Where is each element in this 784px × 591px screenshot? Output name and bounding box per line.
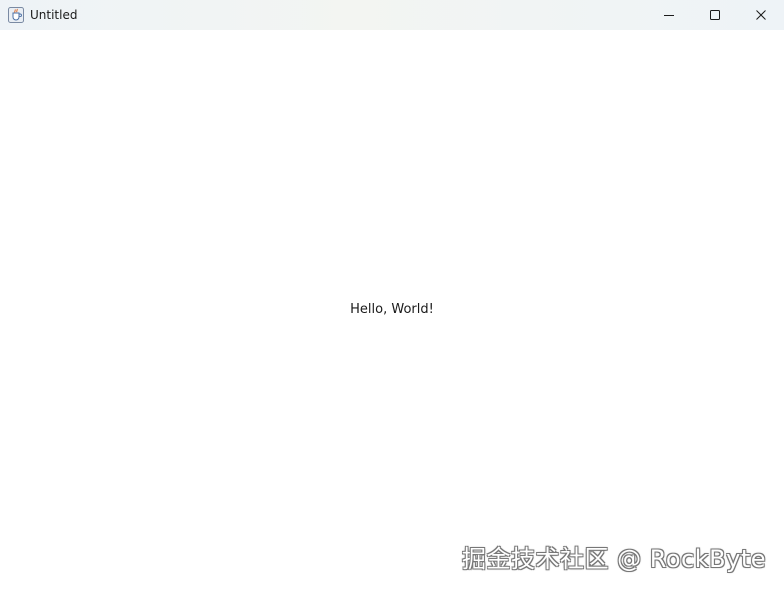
minimize-icon (663, 6, 675, 25)
window-title: Untitled (30, 8, 78, 22)
maximize-button[interactable] (692, 0, 738, 30)
minimize-button[interactable] (646, 0, 692, 30)
content-panel: Hello, World! 掘金技术社区 @ RockByte (0, 30, 784, 591)
app-window: Untitled Hello, World! 掘金技术社区 @ RockByte (0, 0, 784, 591)
maximize-icon (709, 6, 721, 25)
close-button[interactable] (738, 0, 784, 30)
hello-label: Hello, World! (350, 302, 434, 317)
close-icon (755, 6, 767, 25)
watermark-text: 掘金技术社区 @ RockByte (462, 545, 766, 573)
java-coffee-icon[interactable] (8, 7, 24, 23)
title-bar[interactable]: Untitled (0, 0, 784, 30)
